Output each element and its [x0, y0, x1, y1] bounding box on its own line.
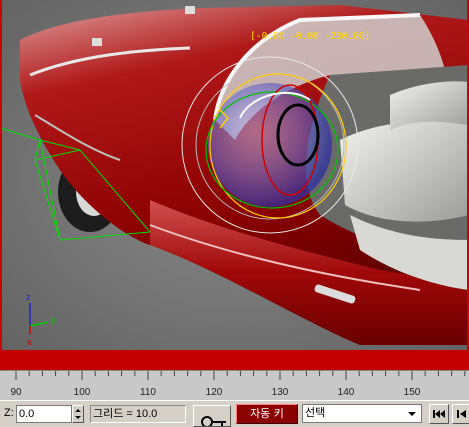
tick-label: 130	[272, 387, 289, 398]
animation-mode-bar	[0, 350, 469, 370]
set-key-button[interactable]	[193, 405, 231, 427]
key-filter-select[interactable]: 선택	[302, 404, 422, 423]
key-filter-value: 선택	[305, 407, 326, 419]
chevron-down-icon	[408, 412, 416, 416]
tick-label: 150	[404, 387, 421, 398]
auto-key-button[interactable]: 자동 키	[236, 404, 298, 424]
z-coord-spinner[interactable]	[72, 405, 84, 423]
axis-label-y: y	[51, 315, 56, 325]
axis-label-z: z	[26, 292, 31, 302]
status-bar: Z: 0.0 그리드 = 10.0 자동 키 선택	[0, 400, 469, 427]
step-back-icon	[457, 410, 466, 418]
seat-front	[340, 121, 469, 222]
key-icon	[201, 416, 226, 426]
viewport-scene: z y x	[0, 0, 469, 350]
go-to-start-button[interactable]	[429, 404, 449, 424]
time-ruler-ticks: 90 100 110 120 130 140 150	[10, 371, 466, 398]
coordinate-readout: [-0.00 -0.00 -230.00]	[250, 31, 371, 42]
tick-label: 140	[338, 387, 355, 398]
grid-display: 그리드 = 10.0	[90, 405, 186, 423]
previous-frame-button[interactable]	[452, 404, 469, 424]
tick-label: 110	[140, 387, 156, 398]
tick-label: 120	[206, 387, 223, 398]
spinner-arrows-icon	[75, 409, 81, 419]
tick-label: 90	[10, 387, 22, 398]
z-coord-label: Z:	[4, 407, 14, 419]
3d-viewport[interactable]: z y x [-0.00 -0.00 -230.00]	[0, 0, 469, 350]
skip-back-icon	[433, 410, 445, 418]
axis-label-x: x	[27, 337, 32, 347]
time-ruler[interactable]: 90 100 110 120 130 140 150	[0, 370, 469, 400]
tick-label: 100	[74, 387, 91, 398]
z-coord-input[interactable]: 0.0	[16, 405, 72, 423]
